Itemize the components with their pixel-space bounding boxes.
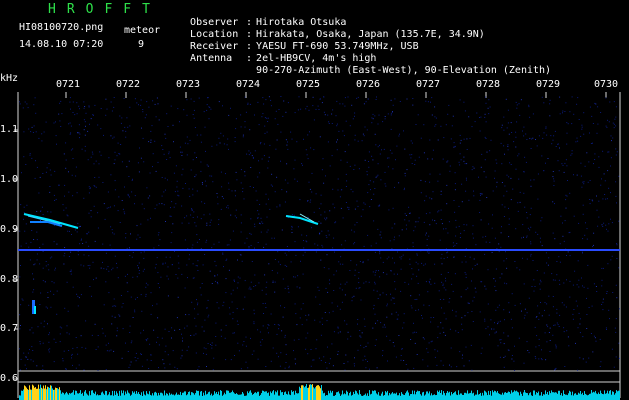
meteor-echo [23, 213, 79, 229]
meteor-echo [32, 300, 36, 314]
noise-field [19, 96, 620, 371]
meteor-echo [285, 213, 319, 225]
spectrogram [14, 92, 621, 400]
spectrum-bars [19, 384, 620, 400]
